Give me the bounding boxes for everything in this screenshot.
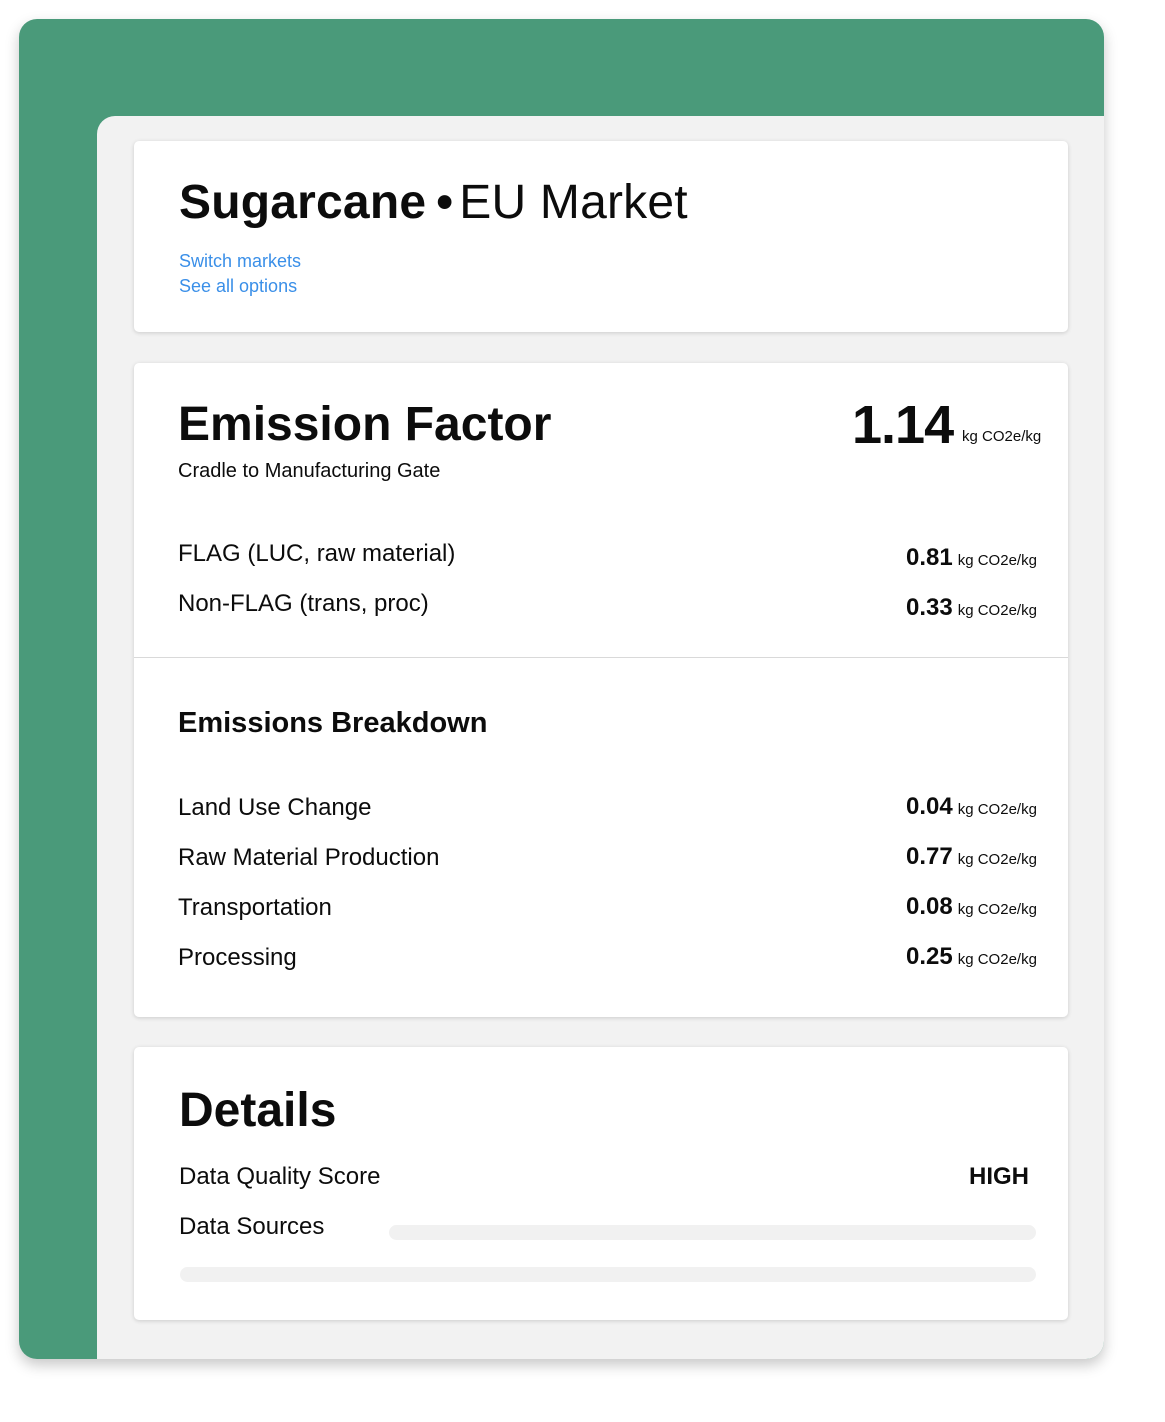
transportation-unit: kg CO2e/kg bbox=[957, 901, 1037, 918]
raw-material-unit: kg CO2e/kg bbox=[957, 851, 1037, 868]
raw-material-value: 0.77 kg CO2e/kg bbox=[906, 842, 1037, 875]
raw-material-number: 0.77 bbox=[906, 843, 953, 870]
page-title: Sugarcane • EU Market bbox=[179, 173, 688, 233]
transportation-number: 0.08 bbox=[906, 893, 953, 920]
transportation-value: 0.08 kg CO2e/kg bbox=[906, 892, 1037, 925]
data-sources-label: Data Sources bbox=[179, 1213, 325, 1240]
processing-label: Processing bbox=[178, 944, 297, 971]
land-use-change-value: 0.04 kg CO2e/kg bbox=[906, 792, 1037, 825]
non-flag-value: 0.33 kg CO2e/kg bbox=[906, 593, 1037, 626]
switch-markets-link[interactable]: Switch markets bbox=[179, 249, 301, 273]
non-flag-number: 0.33 bbox=[906, 594, 953, 621]
market-name: EU Market bbox=[459, 176, 688, 229]
data-quality-value: HIGH bbox=[969, 1163, 1029, 1190]
land-use-change-number: 0.04 bbox=[906, 793, 953, 820]
data-sources-placeholder bbox=[389, 1225, 1036, 1240]
product-name: Sugarcane bbox=[179, 176, 427, 229]
flag-value: 0.81 kg CO2e/kg bbox=[906, 543, 1037, 576]
flag-label: FLAG (LUC, raw material) bbox=[178, 540, 456, 567]
transportation-label: Transportation bbox=[178, 894, 332, 921]
product-header-card: Sugarcane • EU Market Switch markets See a… bbox=[134, 141, 1068, 332]
processing-value: 0.25 kg CO2e/kg bbox=[906, 942, 1037, 975]
land-use-change-unit: kg CO2e/kg bbox=[957, 801, 1037, 818]
processing-unit: kg CO2e/kg bbox=[957, 951, 1037, 968]
section-divider bbox=[134, 657, 1068, 658]
processing-number: 0.25 bbox=[906, 943, 953, 970]
data-quality-label: Data Quality Score bbox=[179, 1163, 381, 1190]
non-flag-label: Non-FLAG (trans, proc) bbox=[178, 590, 429, 617]
flag-number: 0.81 bbox=[906, 544, 953, 571]
emission-factor-card: Emission Factor Cradle to Manufacturing … bbox=[134, 363, 1068, 1017]
content-panel: Sugarcane • EU Market Switch markets See a… bbox=[97, 116, 1104, 1359]
emission-factor-subtitle: Cradle to Manufacturing Gate bbox=[178, 460, 441, 482]
see-all-options-link[interactable]: See all options bbox=[179, 274, 297, 298]
flag-unit: kg CO2e/kg bbox=[957, 552, 1037, 569]
emission-factor-title: Emission Factor bbox=[178, 398, 552, 451]
app-frame: Sugarcane • EU Market Switch markets See a… bbox=[19, 19, 1104, 1359]
emissions-breakdown-title: Emissions Breakdown bbox=[178, 707, 488, 739]
emission-factor-unit: kg CO2e/kg bbox=[962, 428, 1042, 445]
details-card: Details Data Quality Score HIGH Data Sou… bbox=[134, 1047, 1068, 1320]
data-sources-placeholder-line bbox=[180, 1267, 1036, 1282]
land-use-change-label: Land Use Change bbox=[178, 794, 372, 821]
details-title: Details bbox=[179, 1084, 337, 1137]
title-separator: • bbox=[436, 176, 454, 229]
raw-material-label: Raw Material Production bbox=[178, 844, 440, 871]
non-flag-unit: kg CO2e/kg bbox=[957, 602, 1037, 619]
emission-factor-value: 1.14 bbox=[852, 395, 954, 455]
